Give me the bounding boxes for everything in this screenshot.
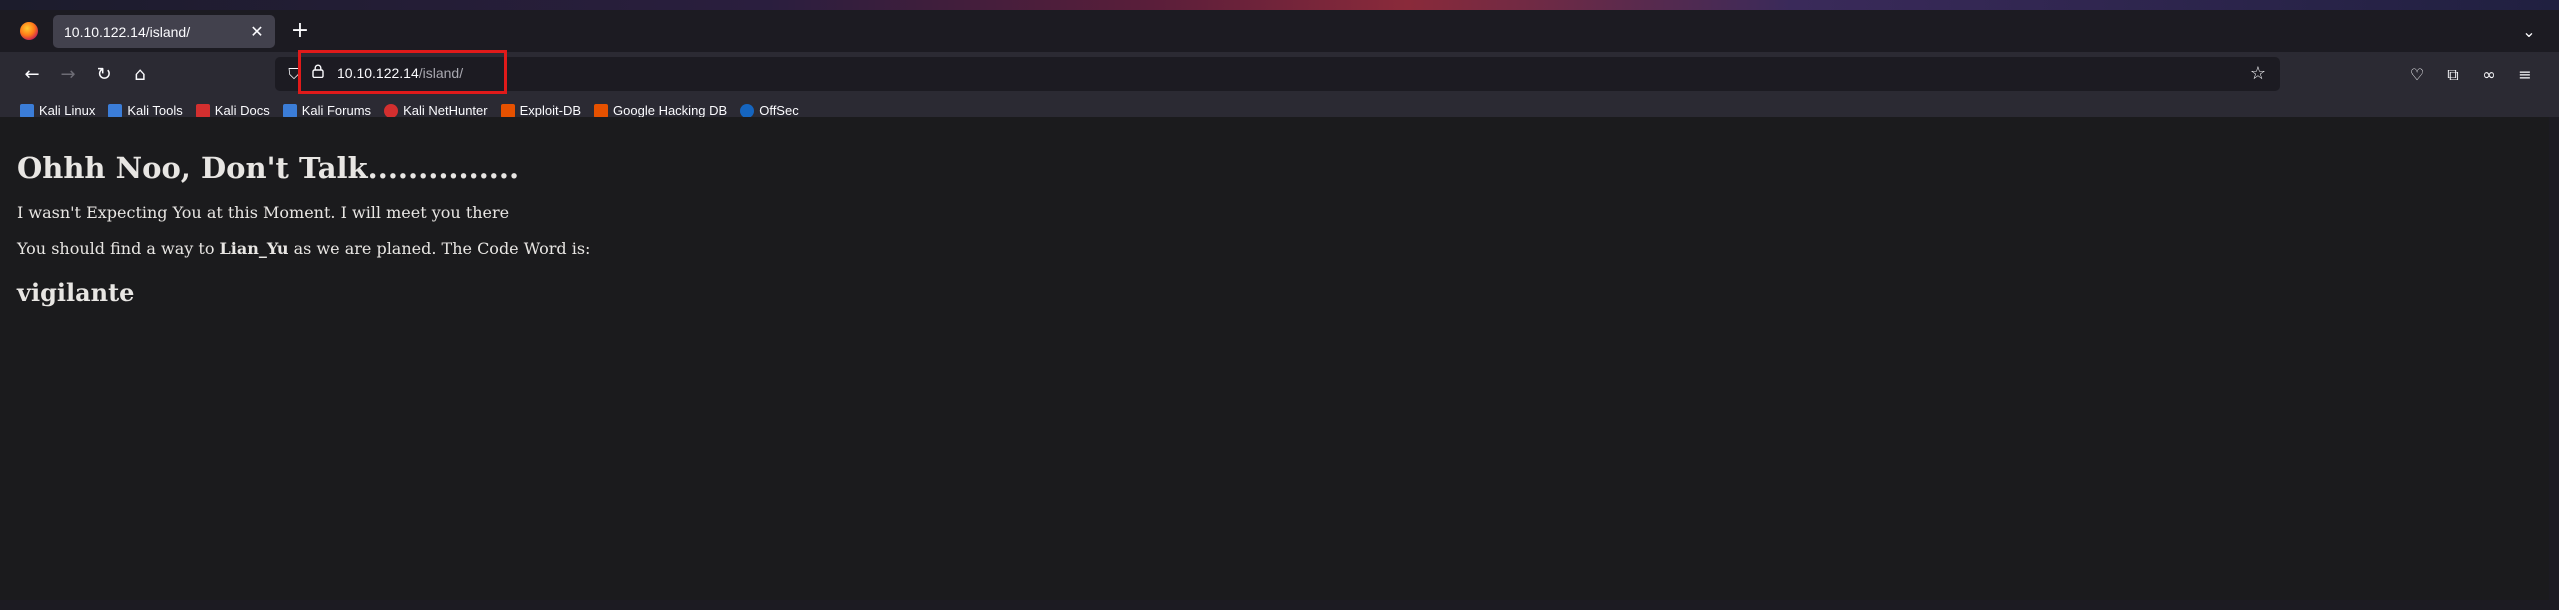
bookmark-label: Kali Forums — [301, 103, 372, 118]
kali-nethunter-icon — [384, 103, 399, 118]
bookmark-kali-docs[interactable]: Kali Docs — [195, 103, 270, 118]
bookmark-label: Kali Docs — [214, 103, 270, 118]
bookmark-kali-forums[interactable]: Kali Forums — [282, 103, 372, 118]
pocket-icon[interactable]: ♡ — [2403, 61, 2431, 89]
desktop-wallpaper-strip — [0, 0, 2559, 10]
forward-button[interactable]: → — [54, 61, 82, 89]
bookmark-exploit-db[interactable]: Exploit-DB — [500, 103, 582, 118]
message-line-2-prefix: You should find a way to — [17, 239, 220, 258]
account-icon[interactable]: ∞ — [2475, 61, 2503, 89]
menu-icon[interactable]: ≡ — [2511, 61, 2539, 89]
bookmark-google-hacking-db[interactable]: Google Hacking DB — [594, 103, 727, 118]
bookmark-star-icon[interactable]: ☆ — [2250, 64, 2266, 84]
tab-bar: 10.10.122.14/island/ ✕ + ⌄ — [0, 10, 2559, 52]
reload-button[interactable]: ↻ — [90, 61, 118, 89]
kali-forums-icon — [282, 103, 297, 118]
window-edge — [2549, 117, 2559, 600]
bookmark-label: OffSec — [759, 103, 799, 118]
url-text[interactable]: 10.10.122.14/island/ — [337, 65, 463, 81]
bookmark-kali-tools[interactable]: Kali Tools — [108, 103, 183, 118]
home-button[interactable]: ⌂ — [126, 61, 154, 89]
shield-icon[interactable]: ⛉ — [285, 64, 303, 84]
offsec-icon — [740, 103, 755, 118]
bookmark-label: Kali Linux — [39, 103, 96, 118]
exploit-db-icon — [500, 103, 515, 118]
url-bar[interactable]: ⛉ 10.10.122.14/island/ ☆ — [275, 50, 2280, 94]
new-tab-button[interactable]: + — [288, 19, 312, 43]
chevron-down-icon[interactable]: ⌄ — [2517, 20, 2541, 44]
page-body: Ohhh Noo, Don't Talk............... I wa… — [17, 117, 590, 307]
message-line-2-suffix: as we are planed. The Code Word is: — [288, 239, 591, 258]
message-line-2: You should find a way to Lian_Yu as we a… — [17, 239, 590, 258]
bookmark-label: Kali Tools — [127, 103, 183, 118]
url-host: 10.10.122.14 — [337, 65, 419, 81]
bookmark-label: Kali NetHunter — [403, 103, 488, 118]
tab-title: 10.10.122.14/island/ — [64, 23, 191, 40]
bookmark-label: Google Hacking DB — [613, 103, 728, 118]
bookmark-offsec[interactable]: OffSec — [740, 103, 799, 118]
page-content: Ohhh Noo, Don't Talk............... I wa… — [0, 117, 2549, 600]
page-heading: Ohhh Noo, Don't Talk............... — [17, 151, 520, 185]
kali-linux-icon — [20, 103, 34, 118]
destination-name: Lian_Yu — [219, 239, 289, 258]
url-path: /island/ — [418, 65, 464, 81]
tab-active[interactable]: 10.10.122.14/island/ ✕ — [53, 15, 275, 48]
lock-svg — [312, 64, 324, 79]
lock-icon[interactable] — [309, 64, 327, 84]
back-button[interactable]: ← — [18, 61, 46, 89]
bookmark-label: Exploit-DB — [519, 103, 582, 118]
kali-docs-icon — [195, 103, 210, 118]
firefox-icon[interactable] — [20, 22, 38, 40]
close-icon[interactable]: ✕ — [247, 22, 267, 41]
bookmark-kali-linux[interactable]: Kali Linux — [20, 103, 95, 118]
navigation-toolbar: ← → ↻ ⌂ ⛉ 10.10.122.14/island/ ☆ ♡ ⧉ ∞ ≡ — [0, 50, 2559, 96]
google-hacking-db-icon — [594, 103, 609, 118]
kali-tools-icon — [108, 103, 123, 118]
code-word: vigilante — [17, 278, 135, 307]
message-line-1: I wasn't Expecting You at this Moment. I… — [17, 203, 510, 222]
bookmark-kali-nethunter[interactable]: Kali NetHunter — [384, 103, 488, 118]
extensions-icon[interactable]: ⧉ — [2439, 61, 2467, 89]
